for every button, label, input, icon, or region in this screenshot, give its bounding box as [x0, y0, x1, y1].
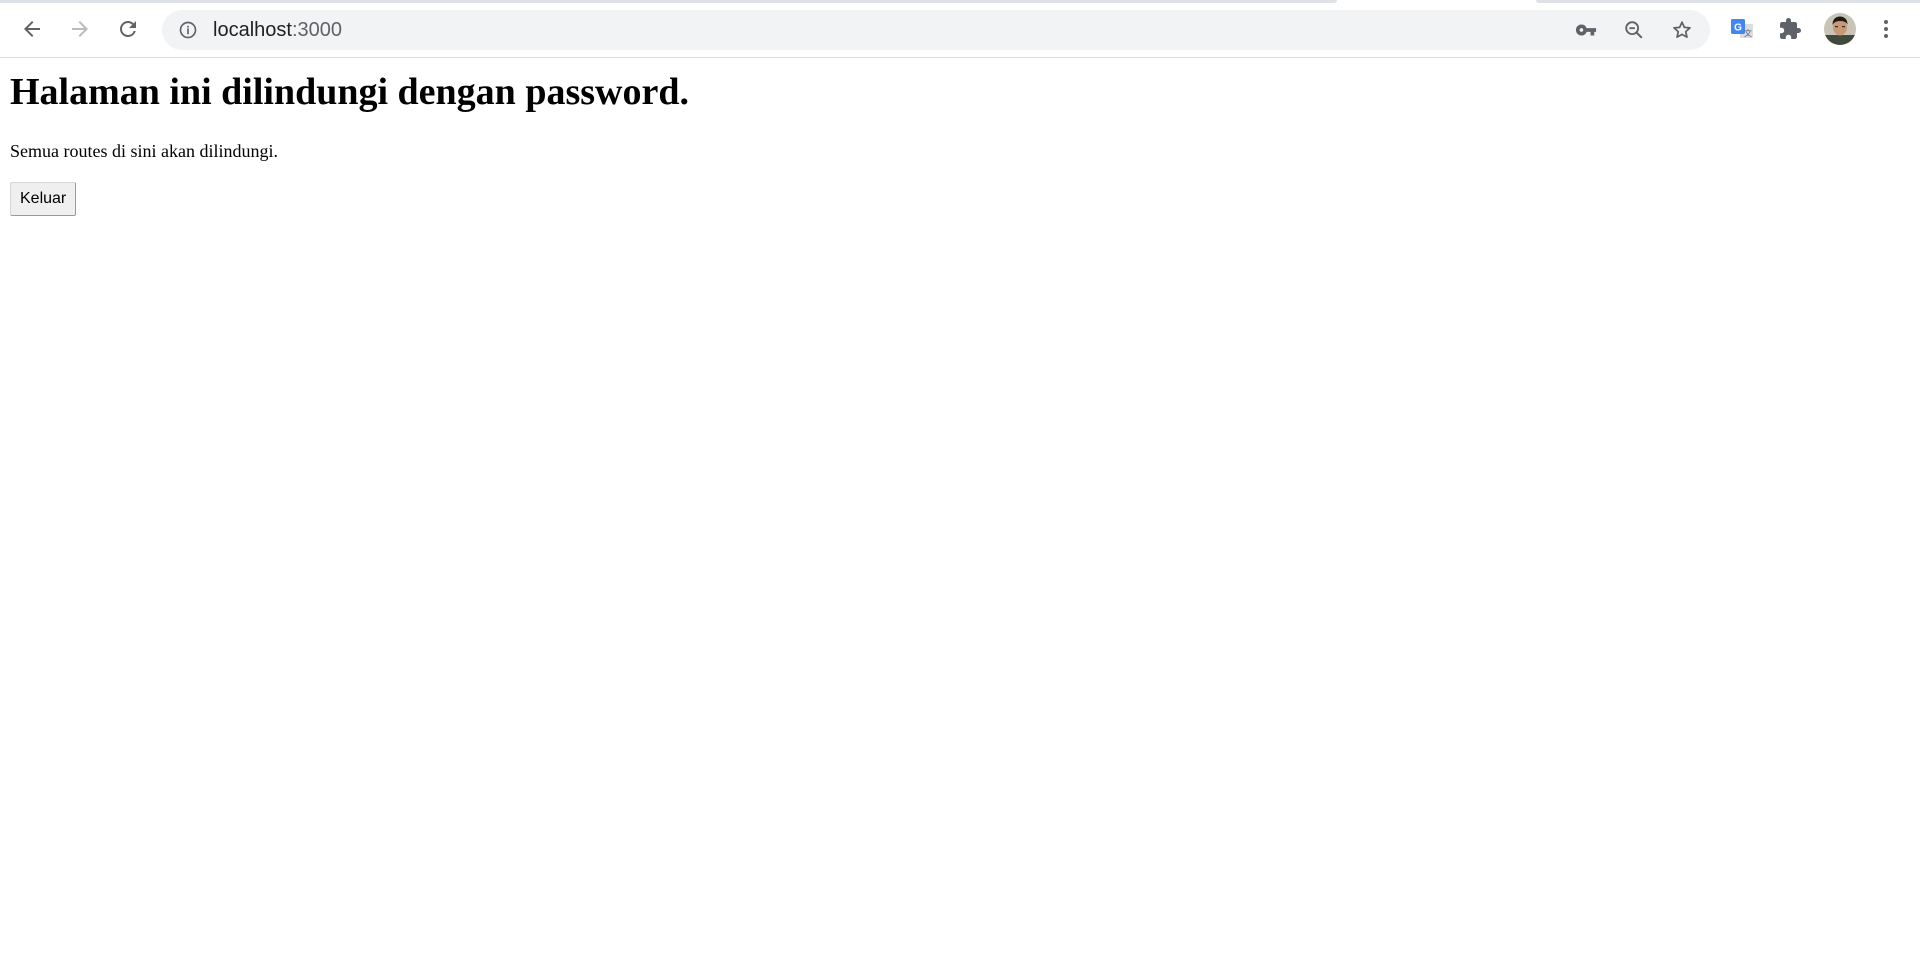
- translate-extension-button[interactable]: G 文: [1726, 13, 1758, 45]
- url-host: localhost: [213, 19, 292, 41]
- page-content: Halaman ini dilindungi dengan password. …: [0, 59, 1920, 958]
- password-key-button[interactable]: [1570, 14, 1602, 46]
- zoom-out-icon: [1625, 21, 1643, 39]
- profile-avatar[interactable]: [1824, 13, 1856, 45]
- bookmark-button[interactable]: [1666, 14, 1698, 46]
- browser-toolbar: localhost:3000 G 文: [0, 0, 1920, 58]
- reload-button[interactable]: [110, 11, 146, 47]
- browser-menu-button[interactable]: [1870, 13, 1902, 45]
- zoom-button[interactable]: [1618, 14, 1650, 46]
- arrow-left-icon: [24, 21, 40, 37]
- google-translate-icon: G 文: [1731, 19, 1753, 38]
- url-text[interactable]: localhost:3000: [213, 10, 342, 50]
- tab-strip-edge: [1536, 0, 1920, 3]
- info-circle-icon[interactable]: [178, 20, 198, 40]
- puzzle-piece-icon: [1780, 18, 1801, 39]
- forward-button[interactable]: [62, 11, 98, 47]
- page-title: Halaman ini dilindungi dengan password.: [10, 71, 689, 113]
- logout-button[interactable]: Keluar: [10, 182, 77, 217]
- three-dots-vertical-icon: [1884, 20, 1888, 38]
- key-icon: [1575, 24, 1597, 36]
- back-button[interactable]: [14, 11, 50, 47]
- address-bar[interactable]: localhost:3000: [162, 10, 1710, 50]
- url-port: :3000: [291, 19, 342, 41]
- svg-text:G: G: [1734, 23, 1742, 34]
- star-outline-icon: [1673, 21, 1691, 39]
- reload-icon: [120, 21, 136, 37]
- svg-text:文: 文: [1744, 28, 1752, 38]
- avatar-icon: [1824, 13, 1856, 45]
- page-description: Semua routes di sini akan dilindungi.: [10, 140, 278, 161]
- tab-strip-edge: [0, 0, 1337, 3]
- extensions-button[interactable]: [1774, 13, 1806, 45]
- arrow-right-icon: [72, 21, 88, 37]
